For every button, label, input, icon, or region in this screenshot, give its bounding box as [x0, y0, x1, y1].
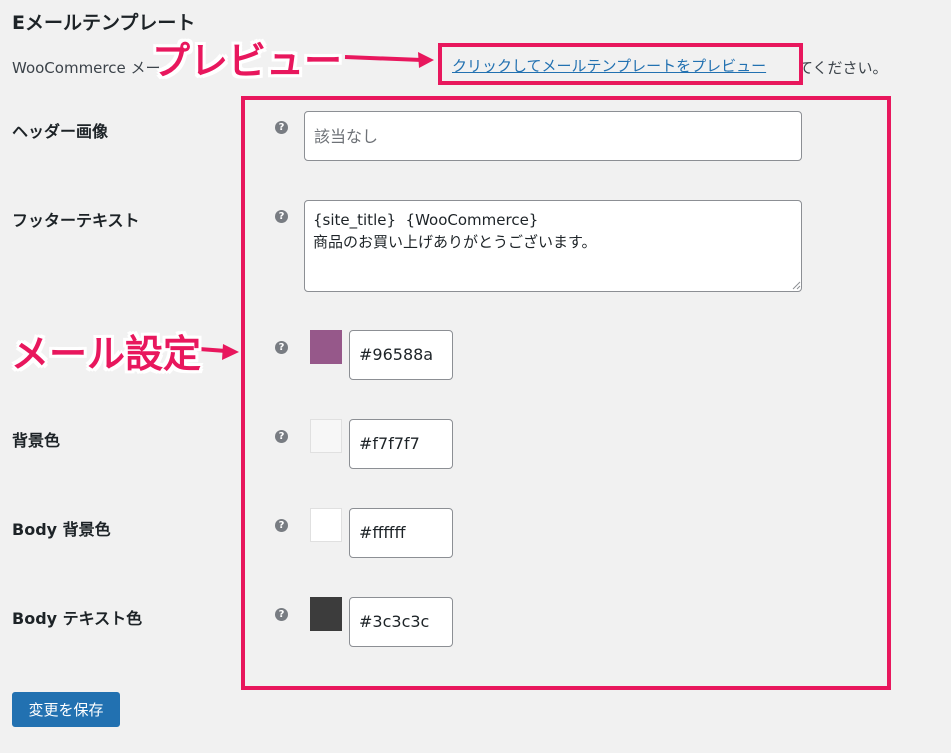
preview-callout: プレビュー: [152, 39, 343, 83]
body-background-color-label: Body 背景色: [12, 520, 111, 539]
help-icon[interactable]: ?: [275, 519, 288, 532]
help-icon[interactable]: ?: [275, 121, 288, 134]
body-text-color-label: Body テキスト色: [12, 609, 143, 628]
settings-callout: メール設定: [11, 332, 202, 376]
body-text-color-input[interactable]: #3c3c3c: [349, 597, 453, 647]
body-background-color-swatch[interactable]: [310, 508, 342, 542]
help-icon[interactable]: ?: [275, 341, 288, 354]
help-icon[interactable]: ?: [275, 430, 288, 443]
help-icon[interactable]: ?: [275, 608, 288, 621]
save-changes-button[interactable]: 変更を保存: [12, 692, 120, 727]
background-color-swatch[interactable]: [310, 419, 342, 453]
header-image-label: ヘッダー画像: [12, 122, 109, 141]
base-color-swatch[interactable]: [310, 330, 342, 364]
footer-text-label: フッターテキスト: [12, 211, 140, 230]
body-background-color-input[interactable]: #ffffff: [349, 508, 453, 558]
background-color-label: 背景色: [12, 431, 61, 450]
help-icon[interactable]: ?: [275, 210, 288, 223]
resize-handle-icon[interactable]: [792, 281, 801, 290]
footer-text-textarea[interactable]: {site_title} {WooCommerce} 商品のお買い上げありがとう…: [304, 200, 802, 292]
base-color-input[interactable]: #96588a: [349, 330, 453, 380]
body-text-color-swatch[interactable]: [310, 597, 342, 631]
background-color-input[interactable]: #f7f7f7: [349, 419, 453, 469]
header-image-input[interactable]: [304, 111, 802, 161]
preview-arrow: [344, 52, 434, 68]
